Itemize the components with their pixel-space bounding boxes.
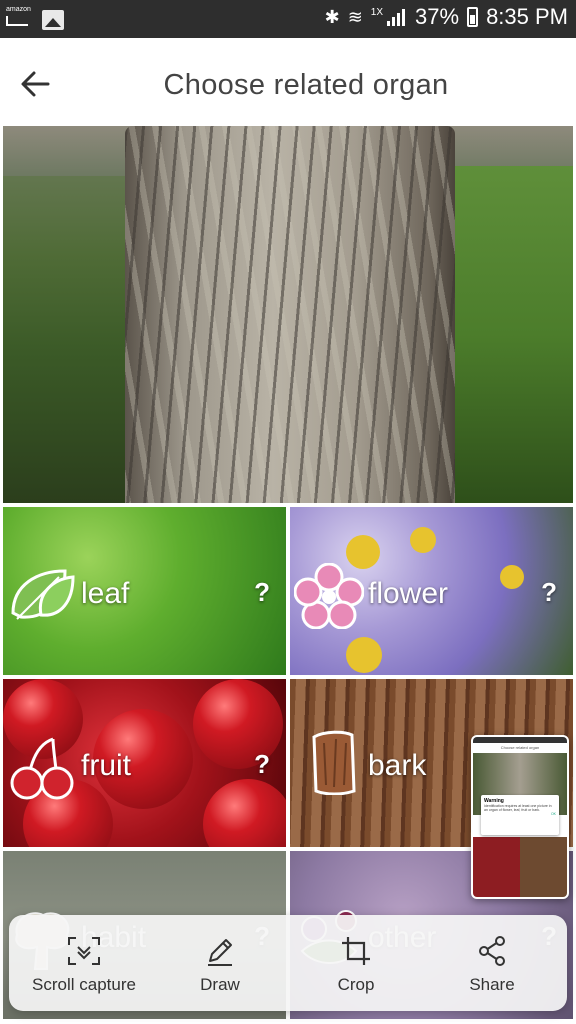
- wifi-icon: ≋: [347, 6, 363, 27]
- organ-tile-flower[interactable]: flower ?: [290, 507, 573, 675]
- bark-icon: [312, 730, 356, 795]
- organ-tile-fruit[interactable]: fruit ?: [3, 679, 286, 847]
- preview-warning-dialog: Warning Identification requires at least…: [481, 795, 559, 835]
- app-bar: Choose related organ: [0, 38, 576, 126]
- organ-label-fruit: fruit: [81, 749, 132, 782]
- clock: 8:35 PM: [486, 4, 568, 29]
- amazon-text: amazon: [6, 6, 31, 13]
- screenshot-preview[interactable]: Choose related organ Warning Identificat…: [471, 735, 569, 899]
- preview-title: Choose related organ: [473, 743, 567, 753]
- signal-icon: [387, 8, 407, 26]
- battery-percent: 37%: [415, 4, 460, 29]
- crop-button[interactable]: Crop: [291, 915, 421, 1011]
- scroll-capture-label: Scroll capture: [32, 975, 136, 994]
- crop-label: Crop: [337, 975, 375, 994]
- draw-button[interactable]: Draw: [155, 915, 285, 1011]
- scroll-capture-icon: [68, 937, 100, 965]
- gallery-icon: [42, 10, 64, 30]
- preview-dialog-ok: OK: [550, 812, 556, 816]
- leaf-icon: [11, 569, 75, 620]
- organ-tile-leaf[interactable]: leaf ?: [3, 507, 286, 675]
- bluetooth-icon: ✱: [324, 6, 340, 27]
- pencil-icon: [208, 939, 232, 966]
- cherry-icon: [10, 737, 74, 800]
- scroll-capture-button[interactable]: Scroll capture: [19, 915, 149, 1011]
- page-title: Choose related organ: [163, 69, 449, 101]
- status-bar: amazon ✱ ≋ 1X 37% 8:35 PM: [0, 0, 576, 38]
- help-icon[interactable]: ?: [254, 577, 270, 608]
- share-icon: [479, 936, 505, 966]
- uploaded-photo: [3, 126, 573, 503]
- capture-toolbar: Scroll capture Draw Crop Share: [9, 915, 567, 1011]
- share-button[interactable]: Share: [427, 915, 557, 1011]
- draw-label: Draw: [200, 975, 240, 994]
- organ-label-leaf: leaf: [81, 577, 130, 610]
- organ-label-flower: flower: [368, 577, 449, 610]
- flower-icon: [294, 563, 364, 629]
- organ-label-bark: bark: [368, 749, 427, 782]
- crop-icon: [342, 937, 370, 965]
- amazon-icon: amazon: [6, 6, 31, 32]
- help-icon[interactable]: ?: [541, 577, 557, 608]
- help-icon[interactable]: ?: [254, 749, 270, 780]
- share-label: Share: [469, 975, 515, 994]
- battery-icon: [467, 7, 479, 27]
- signal-type-label: 1X: [370, 6, 384, 18]
- preview-dialog-text: Identification requires at least one pic…: [484, 804, 552, 812]
